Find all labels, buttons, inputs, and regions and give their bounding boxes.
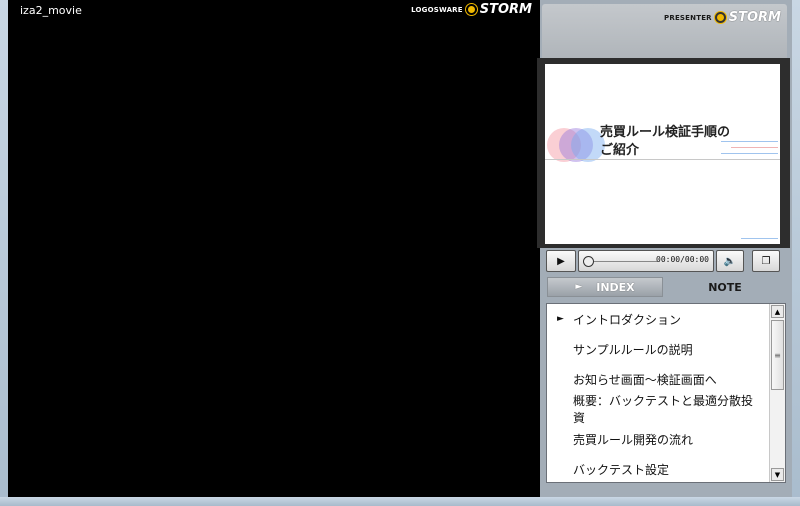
tab-note[interactable]: NOTE bbox=[667, 277, 783, 297]
current-marker-icon: ► bbox=[557, 314, 564, 324]
storm-logo-icon bbox=[714, 12, 726, 23]
slide-title: 売買ルール検証手順の ご紹介 bbox=[600, 124, 730, 160]
index-item-label: 売買ルール開発の流れ bbox=[573, 432, 694, 447]
index-item-overview[interactable]: 概要：バックテストと最適分散投資 bbox=[547, 394, 761, 425]
grip-icon: ≡ bbox=[774, 350, 781, 360]
presenter-bar: PRESENTER STORM bbox=[542, 4, 787, 58]
panel-tabs: ► INDEX NOTE bbox=[547, 277, 787, 299]
seek-track bbox=[587, 261, 657, 262]
index-item-sample-rule[interactable]: サンプルルールの説明 bbox=[547, 334, 761, 364]
slide-line bbox=[741, 238, 778, 239]
seek-knob[interactable] bbox=[583, 256, 594, 267]
presenter-logo: PRESENTER STORM bbox=[664, 10, 781, 25]
presenter-big-text: STORM bbox=[728, 10, 781, 25]
index-item-flow[interactable]: 売買ルール開発の流れ bbox=[547, 424, 761, 454]
video-area[interactable]: iza2_movie LOGOSWARE STORM bbox=[8, 0, 540, 497]
play-icon: ▶ bbox=[557, 255, 565, 267]
play-button[interactable]: ▶ bbox=[546, 250, 576, 272]
tab-index-label: INDEX bbox=[596, 280, 635, 294]
index-scrollbar[interactable]: ▲ ≡ ▼ bbox=[769, 304, 785, 482]
tab-index[interactable]: ► INDEX bbox=[547, 277, 663, 297]
index-list: ► イントロダクション サンプルルールの説明 お知らせ画面～検証画面へ 概要：バ… bbox=[547, 304, 761, 484]
arrow-up-icon: ▲ bbox=[774, 307, 781, 316]
volume-button[interactable]: 🔈 bbox=[716, 250, 744, 272]
index-item-label: サンプルルールの説明 bbox=[573, 342, 693, 357]
scroll-up-button[interactable]: ▲ bbox=[771, 305, 784, 318]
window-mode-button[interactable]: ❐ bbox=[752, 250, 780, 272]
storm-logo-icon bbox=[465, 4, 477, 15]
video-title: iza2_movie bbox=[20, 4, 82, 17]
scroll-down-button[interactable]: ▼ bbox=[771, 468, 784, 481]
player-controls: ▶ 00:00/00:00 🔈 ❐ bbox=[546, 250, 780, 272]
slide-frame: 売買ルール検証手順の ご紹介 bbox=[537, 58, 790, 248]
logo-small-text: LOGOSWARE bbox=[411, 5, 463, 14]
index-item-backtest[interactable]: バックテスト設定 bbox=[547, 454, 761, 484]
speaker-icon: 🔈 bbox=[723, 255, 737, 267]
index-panel: ► イントロダクション サンプルルールの説明 お知らせ画面～検証画面へ 概要：バ… bbox=[546, 303, 786, 483]
slide-title-line2: ご紹介 bbox=[600, 143, 640, 158]
index-item-label: お知らせ画面～検証画面へ bbox=[573, 372, 717, 387]
time-display: 00:00/00:00 bbox=[656, 255, 709, 264]
tab-note-label: NOTE bbox=[708, 280, 742, 294]
index-item-intro[interactable]: ► イントロダクション bbox=[547, 304, 761, 334]
slide-preview: 売買ルール検証手順の ご紹介 bbox=[545, 64, 780, 244]
arrow-down-icon: ▼ bbox=[774, 470, 781, 479]
seek-bar[interactable]: 00:00/00:00 bbox=[578, 250, 714, 272]
side-panel: PRESENTER STORM 売買ルール検証手順の ご紹介 ▶ 00:00/0… bbox=[537, 0, 792, 497]
tab-arrow-icon: ► bbox=[575, 282, 583, 292]
window-icon: ❐ bbox=[761, 255, 771, 267]
bottom-border bbox=[0, 497, 800, 506]
index-item-label: イントロダクション bbox=[573, 312, 682, 327]
presenter-small-text: PRESENTER bbox=[664, 13, 712, 22]
index-item-notice[interactable]: お知らせ画面～検証画面へ bbox=[547, 364, 761, 394]
index-item-label: バックテスト設定 bbox=[573, 462, 670, 477]
index-item-label: 概要：バックテストと最適分散投資 bbox=[573, 394, 754, 425]
slide-title-line1: 売買ルール検証手順の bbox=[600, 125, 731, 140]
logosware-logo: LOGOSWARE STORM bbox=[411, 2, 532, 17]
slide-line bbox=[731, 147, 778, 148]
logo-big-text: STORM bbox=[479, 2, 532, 17]
scroll-thumb[interactable]: ≡ bbox=[771, 320, 784, 390]
